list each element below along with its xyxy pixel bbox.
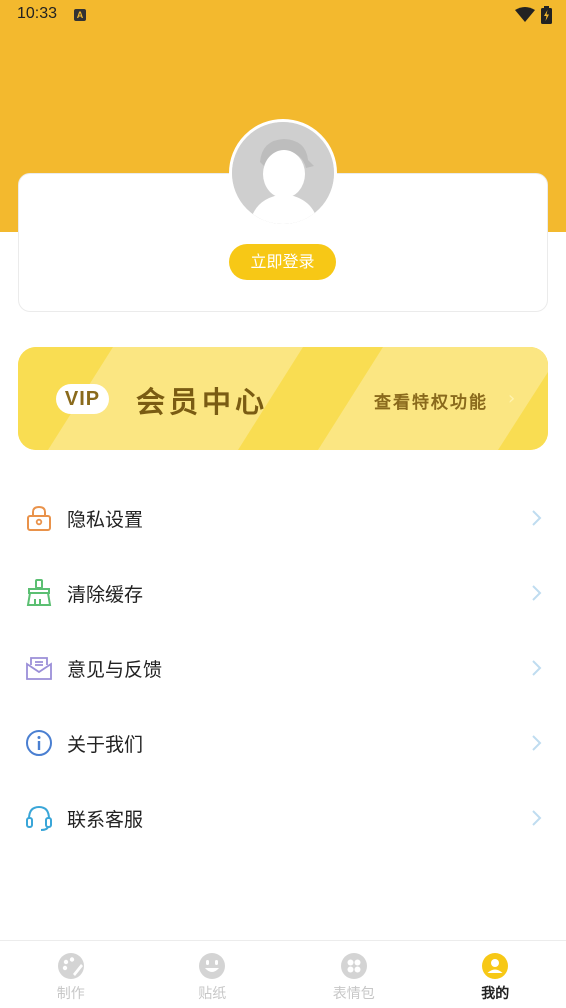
status-bar: 10:33 A bbox=[0, 0, 566, 30]
tab-label: 表情包 bbox=[332, 986, 375, 1002]
chevron-right-icon bbox=[532, 585, 542, 601]
vip-subtitle: 查看特权功能 bbox=[374, 393, 488, 413]
menu-item-label: 意见与反馈 bbox=[67, 659, 163, 681]
menu-item-label: 隐私设置 bbox=[67, 509, 144, 531]
chevron-right-icon bbox=[532, 660, 542, 676]
tab-label: 我的 bbox=[481, 986, 510, 1002]
menu-item-label: 清除缓存 bbox=[67, 584, 144, 606]
settings-menu: 隐私设置 清除缓存 意见与反馈 关于我们 联系客服 bbox=[0, 480, 566, 855]
info-icon bbox=[26, 730, 52, 756]
a-notification-icon: A bbox=[74, 9, 86, 21]
default-avatar-icon[interactable] bbox=[229, 119, 337, 227]
tab-make[interactable]: 制作 bbox=[0, 941, 142, 1008]
menu-item-privacy[interactable]: 隐私设置 bbox=[0, 480, 566, 555]
status-time: 10:33 bbox=[17, 5, 58, 22]
bottom-tab-bar: 制作 贴纸 表情包 我的 bbox=[0, 940, 566, 1008]
menu-item-about[interactable]: 关于我们 bbox=[0, 705, 566, 780]
smile-icon bbox=[199, 953, 226, 979]
user-icon bbox=[482, 953, 509, 979]
wifi-icon bbox=[515, 7, 535, 22]
menu-item-clear-cache[interactable]: 清除缓存 bbox=[0, 555, 566, 630]
palette-icon bbox=[57, 953, 84, 979]
vip-center-banner[interactable]: VIP 会员中心 查看特权功能 › bbox=[18, 347, 548, 450]
lock-icon bbox=[27, 505, 51, 531]
menu-item-feedback[interactable]: 意见与反馈 bbox=[0, 630, 566, 705]
tab-stickers[interactable]: 贴纸 bbox=[142, 941, 284, 1008]
tab-label: 制作 bbox=[56, 986, 85, 1002]
broom-icon bbox=[26, 579, 52, 606]
menu-item-label: 关于我们 bbox=[67, 734, 144, 756]
chevron-right-icon bbox=[532, 510, 542, 526]
battery-charging-icon bbox=[541, 6, 552, 24]
vip-title: 会员中心 bbox=[136, 385, 269, 419]
tab-mine[interactable]: 我的 bbox=[425, 941, 566, 1008]
chevron-right-icon: › bbox=[508, 388, 516, 409]
chevron-right-icon bbox=[532, 735, 542, 751]
headset-icon bbox=[26, 805, 52, 831]
tab-label: 贴纸 bbox=[198, 986, 227, 1002]
menu-item-label: 联系客服 bbox=[67, 809, 144, 831]
chevron-right-icon bbox=[532, 810, 542, 826]
grid-icon bbox=[340, 953, 367, 979]
vip-tag: VIP bbox=[56, 384, 109, 414]
mail-icon bbox=[26, 657, 52, 680]
menu-item-customer-service[interactable]: 联系客服 bbox=[0, 780, 566, 855]
login-button[interactable]: 立即登录 bbox=[229, 244, 336, 280]
tab-emoji-packs[interactable]: 表情包 bbox=[283, 941, 425, 1008]
